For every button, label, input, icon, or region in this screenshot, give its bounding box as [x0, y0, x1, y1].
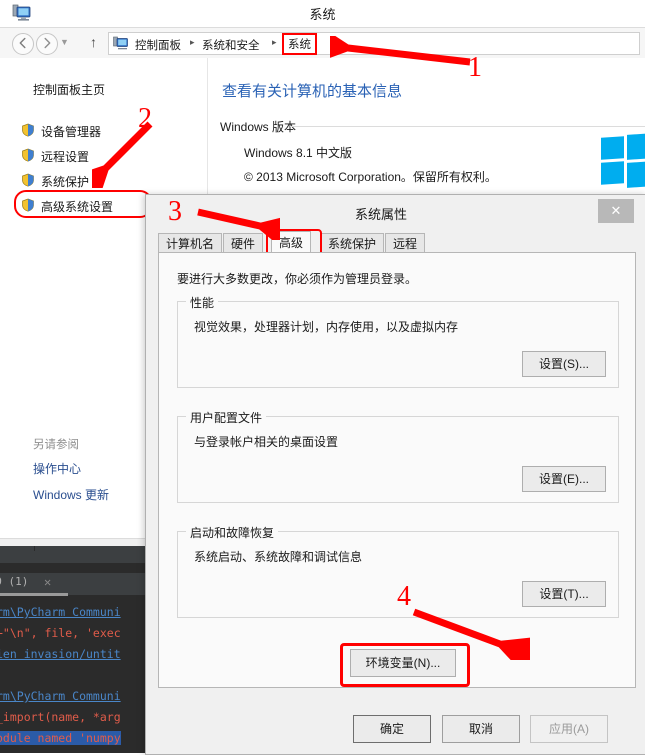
- pycharm-tab-close-icon[interactable]: ✕: [44, 575, 51, 589]
- user-profiles-description: 与登录帐户相关的桌面设置: [194, 435, 339, 449]
- ok-button[interactable]: 确定: [353, 715, 431, 743]
- breadcrumb-item-2[interactable]: 系统: [282, 33, 317, 55]
- windows-logo: [601, 133, 645, 188]
- back-arrow-icon: [19, 37, 26, 49]
- shield-icon: [22, 123, 34, 137]
- advanced-settings-highlight: [14, 190, 152, 218]
- see-also-heading: 另请参阅: [33, 439, 79, 451]
- sidebar-item-label: 远程设置: [41, 150, 90, 164]
- window-title: 系统: [309, 7, 336, 22]
- sidebar-item-control-panel-home[interactable]: 控制面板主页: [33, 81, 105, 98]
- breadcrumb-separator: ▸: [190, 37, 195, 47]
- user-profiles-settings-button[interactable]: 设置(E)...: [522, 466, 606, 492]
- startup-recovery-description: 系统启动、系统故障和调试信息: [194, 550, 363, 564]
- forward-button[interactable]: [36, 33, 58, 55]
- shield-icon: [22, 148, 34, 162]
- breadcrumb-separator: ▸: [272, 37, 277, 47]
- console-line: +"\n", file, 'exec: [0, 626, 121, 640]
- performance-group: 性能 视觉效果，处理器计划，内存使用，以及虚拟内存 设置(S)...: [177, 294, 619, 388]
- see-also-link-windows-update[interactable]: Windows 更新: [33, 486, 109, 503]
- sidebar-item-label: 系统保护: [41, 175, 90, 189]
- close-icon[interactable]: ✕: [598, 199, 634, 223]
- address-bar[interactable]: 控制面板 ▸ 系统和安全 ▸ 系统: [108, 32, 640, 55]
- console-line[interactable]: rm\PyCharm Communi: [0, 605, 121, 619]
- annotation-number-2: 2: [138, 103, 152, 134]
- performance-settings-button[interactable]: 设置(S)...: [522, 351, 606, 377]
- breadcrumb-item-1[interactable]: 系统和安全: [202, 37, 260, 53]
- annotation-number-4: 4: [397, 581, 411, 612]
- administrator-note: 要进行大多数更改，你必须作为管理员登录。: [177, 272, 418, 286]
- pycharm-tab-underline: [0, 593, 68, 596]
- annotation-number-3: 3: [168, 196, 182, 227]
- apply-button: 应用(A): [530, 715, 608, 743]
- pycharm-console-window: ed0 (1) ✕ rm\PyCharm Communi +"\n", file…: [0, 533, 152, 753]
- dialog-titlebar: 系统属性 ✕: [146, 195, 645, 231]
- recent-locations-button[interactable]: ▼: [60, 37, 69, 47]
- environment-variables-highlight: [340, 643, 470, 687]
- back-button[interactable]: [12, 33, 34, 55]
- startup-recovery-group-label: 启动和故障恢复: [186, 524, 279, 541]
- navigation-bar: ▼ ↑ 控制面板 ▸ 系统和安全 ▸ 系统: [0, 27, 645, 59]
- console-line: _import(name, *arg: [0, 710, 121, 724]
- forward-arrow-icon: [44, 37, 51, 49]
- annotation-number-1: 1: [468, 52, 482, 83]
- shield-icon: [22, 173, 34, 187]
- see-also-link-action-center[interactable]: 操作中心: [33, 460, 81, 477]
- user-profiles-group-label: 用户配置文件: [186, 409, 267, 426]
- pycharm-run-tab[interactable]: ed0 (1): [0, 575, 28, 588]
- startup-recovery-settings-button[interactable]: 设置(T)...: [522, 581, 606, 607]
- performance-group-label: 性能: [186, 294, 219, 311]
- up-button[interactable]: ↑: [90, 34, 97, 50]
- windows-edition-value: Windows 8.1 中文版: [244, 146, 353, 160]
- dialog-title: 系统属性: [354, 207, 407, 222]
- sidebar-item-label: 设备管理器: [41, 125, 102, 139]
- advanced-tab-panel: 要进行大多数更改，你必须作为管理员登录。 性能 视觉效果，处理器计划，内存使用，…: [158, 252, 636, 688]
- performance-description: 视觉效果，处理器计划，内存使用，以及虚拟内存: [194, 320, 459, 334]
- dialog-tabstrip: 计算机名 硬件 高级 系统保护 远程: [158, 229, 634, 261]
- control-panel-icon: [113, 36, 128, 50]
- cancel-button[interactable]: 取消: [442, 715, 520, 743]
- user-profiles-group: 用户配置文件 与登录帐户相关的桌面设置 设置(E)...: [177, 409, 619, 503]
- console-line[interactable]: rm\PyCharm Communi: [0, 689, 121, 703]
- page-title: 查看有关计算机的基本信息: [222, 83, 403, 100]
- console-line[interactable]: ien invasion/untit: [0, 647, 121, 661]
- console-line-selected: odule named 'numpy: [0, 731, 121, 745]
- group-divider: [290, 126, 645, 127]
- window-titlebar: 系统: [0, 0, 645, 26]
- windows-copyright: © 2013 Microsoft Corporation。保留所有权利。: [244, 170, 497, 184]
- windows-edition-group-label: Windows 版本: [220, 120, 297, 134]
- breadcrumb-item-0[interactable]: 控制面板: [135, 37, 181, 53]
